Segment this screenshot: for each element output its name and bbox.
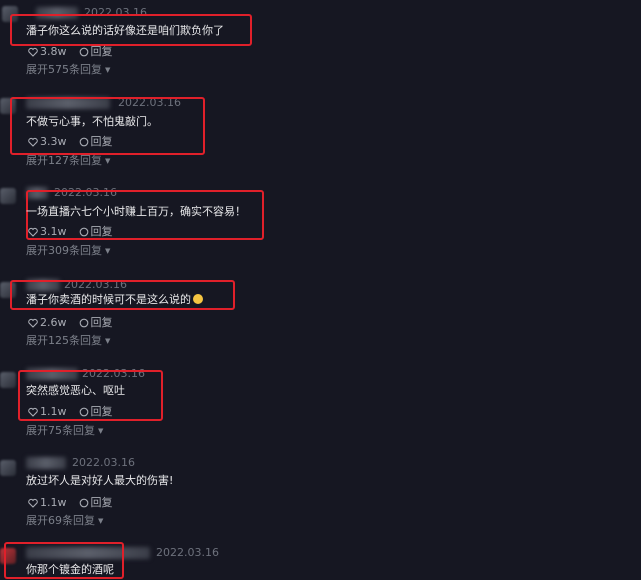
heart-icon bbox=[28, 407, 38, 417]
comment-bubble-icon bbox=[79, 227, 89, 237]
comment-actions: 1.1w 回复 bbox=[28, 497, 113, 509]
like-count: 2.6w bbox=[40, 316, 67, 329]
like-button[interactable]: 3.1w bbox=[28, 226, 67, 238]
comment-text: 突然感觉恶心、呕吐 bbox=[26, 384, 125, 397]
caret-down-icon: ▼ bbox=[98, 517, 104, 525]
like-button[interactable]: 3.8w bbox=[28, 46, 67, 58]
heart-icon bbox=[28, 47, 38, 57]
heart-icon bbox=[28, 318, 38, 328]
expand-replies-button[interactable]: 展开127条回复 ▼ bbox=[26, 155, 110, 167]
expand-replies-button[interactable]: 展开309条回复 ▼ bbox=[26, 245, 110, 257]
comment-text: 放过坏人是对好人最大的伤害! bbox=[26, 474, 174, 487]
comment-bubble-icon bbox=[79, 407, 89, 417]
comment-text-content: 潘子你卖酒的时候可不是这么说的 bbox=[26, 293, 191, 306]
expand-replies-label: 展开127条回复 bbox=[26, 154, 102, 167]
like-count: 1.1w bbox=[40, 496, 67, 509]
like-button[interactable]: 3.3w bbox=[28, 136, 67, 148]
comment-text: 一场直播六七个小时赚上百万，确实不容易！ bbox=[26, 205, 246, 218]
heart-icon bbox=[28, 137, 38, 147]
comment-text: 不做亏心事，不怕鬼敲门。 bbox=[26, 115, 158, 128]
comment-bubble-icon bbox=[79, 498, 89, 508]
like-count: 3.3w bbox=[40, 135, 67, 148]
expand-replies-button[interactable]: 展开575条回复 ▼ bbox=[26, 64, 110, 76]
comment-actions: 3.8w 回复 bbox=[28, 46, 113, 58]
comment-actions: 3.3w 回复 bbox=[28, 136, 113, 148]
reply-label: 回复 bbox=[90, 225, 113, 238]
comment-bubble-icon bbox=[79, 137, 89, 147]
expand-replies-label: 展开309条回复 bbox=[26, 244, 102, 257]
expand-replies-label: 展开69条回复 bbox=[26, 514, 95, 527]
reply-label: 回复 bbox=[90, 45, 113, 58]
comment-date: 2022.03.16 bbox=[156, 546, 219, 559]
reply-label: 回复 bbox=[90, 496, 113, 509]
caret-down-icon: ▼ bbox=[105, 247, 111, 255]
like-count: 3.8w bbox=[40, 45, 67, 58]
reply-button[interactable]: 回复 bbox=[79, 497, 113, 509]
caret-down-icon: ▼ bbox=[105, 337, 111, 345]
comment-bubble-icon bbox=[79, 318, 89, 328]
caret-down-icon: ▼ bbox=[98, 427, 104, 435]
comment-text: 潘子你这么说的话好像还是咱们欺负你了 bbox=[26, 24, 224, 37]
reply-label: 回复 bbox=[90, 405, 113, 418]
like-button[interactable]: 2.6w bbox=[28, 317, 67, 329]
comment-date: 2022.03.16 bbox=[72, 456, 135, 469]
caret-down-icon: ▼ bbox=[105, 66, 111, 74]
reply-button[interactable]: 回复 bbox=[79, 406, 113, 418]
expand-replies-button[interactable]: 展开125条回复 ▼ bbox=[26, 335, 110, 347]
avatar[interactable] bbox=[0, 372, 16, 388]
heart-icon bbox=[28, 498, 38, 508]
like-count: 1.1w bbox=[40, 405, 67, 418]
comment-actions: 2.6w 回复 bbox=[28, 317, 113, 329]
comment-actions: 1.1w 回复 bbox=[28, 406, 113, 418]
comment-actions: 3.1w 回复 bbox=[28, 226, 113, 238]
reply-label: 回复 bbox=[90, 316, 113, 329]
comment-text: 潘子你卖酒的时候可不是这么说的 bbox=[26, 293, 203, 307]
username[interactable] bbox=[26, 457, 66, 469]
expand-replies-label: 展开75条回复 bbox=[26, 424, 95, 437]
avatar[interactable] bbox=[0, 188, 16, 204]
reply-label: 回复 bbox=[90, 135, 113, 148]
caret-down-icon: ▼ bbox=[105, 157, 111, 165]
heart-icon bbox=[28, 227, 38, 237]
expand-replies-button[interactable]: 展开69条回复 ▼ bbox=[26, 515, 103, 527]
expand-replies-label: 展开125条回复 bbox=[26, 334, 102, 347]
reply-button[interactable]: 回复 bbox=[79, 46, 113, 58]
like-count: 3.1w bbox=[40, 225, 67, 238]
reply-button[interactable]: 回复 bbox=[79, 136, 113, 148]
like-button[interactable]: 1.1w bbox=[28, 497, 67, 509]
expand-replies-label: 展开575条回复 bbox=[26, 63, 102, 76]
comment-text: 你那个镀金的酒呢 bbox=[26, 563, 114, 576]
comment-bubble-icon bbox=[79, 47, 89, 57]
avatar[interactable] bbox=[0, 460, 16, 476]
grimace-emoji-icon bbox=[193, 294, 203, 304]
expand-replies-button[interactable]: 展开75条回复 ▼ bbox=[26, 425, 103, 437]
like-button[interactable]: 1.1w bbox=[28, 406, 67, 418]
reply-button[interactable]: 回复 bbox=[79, 317, 113, 329]
reply-button[interactable]: 回复 bbox=[79, 226, 113, 238]
